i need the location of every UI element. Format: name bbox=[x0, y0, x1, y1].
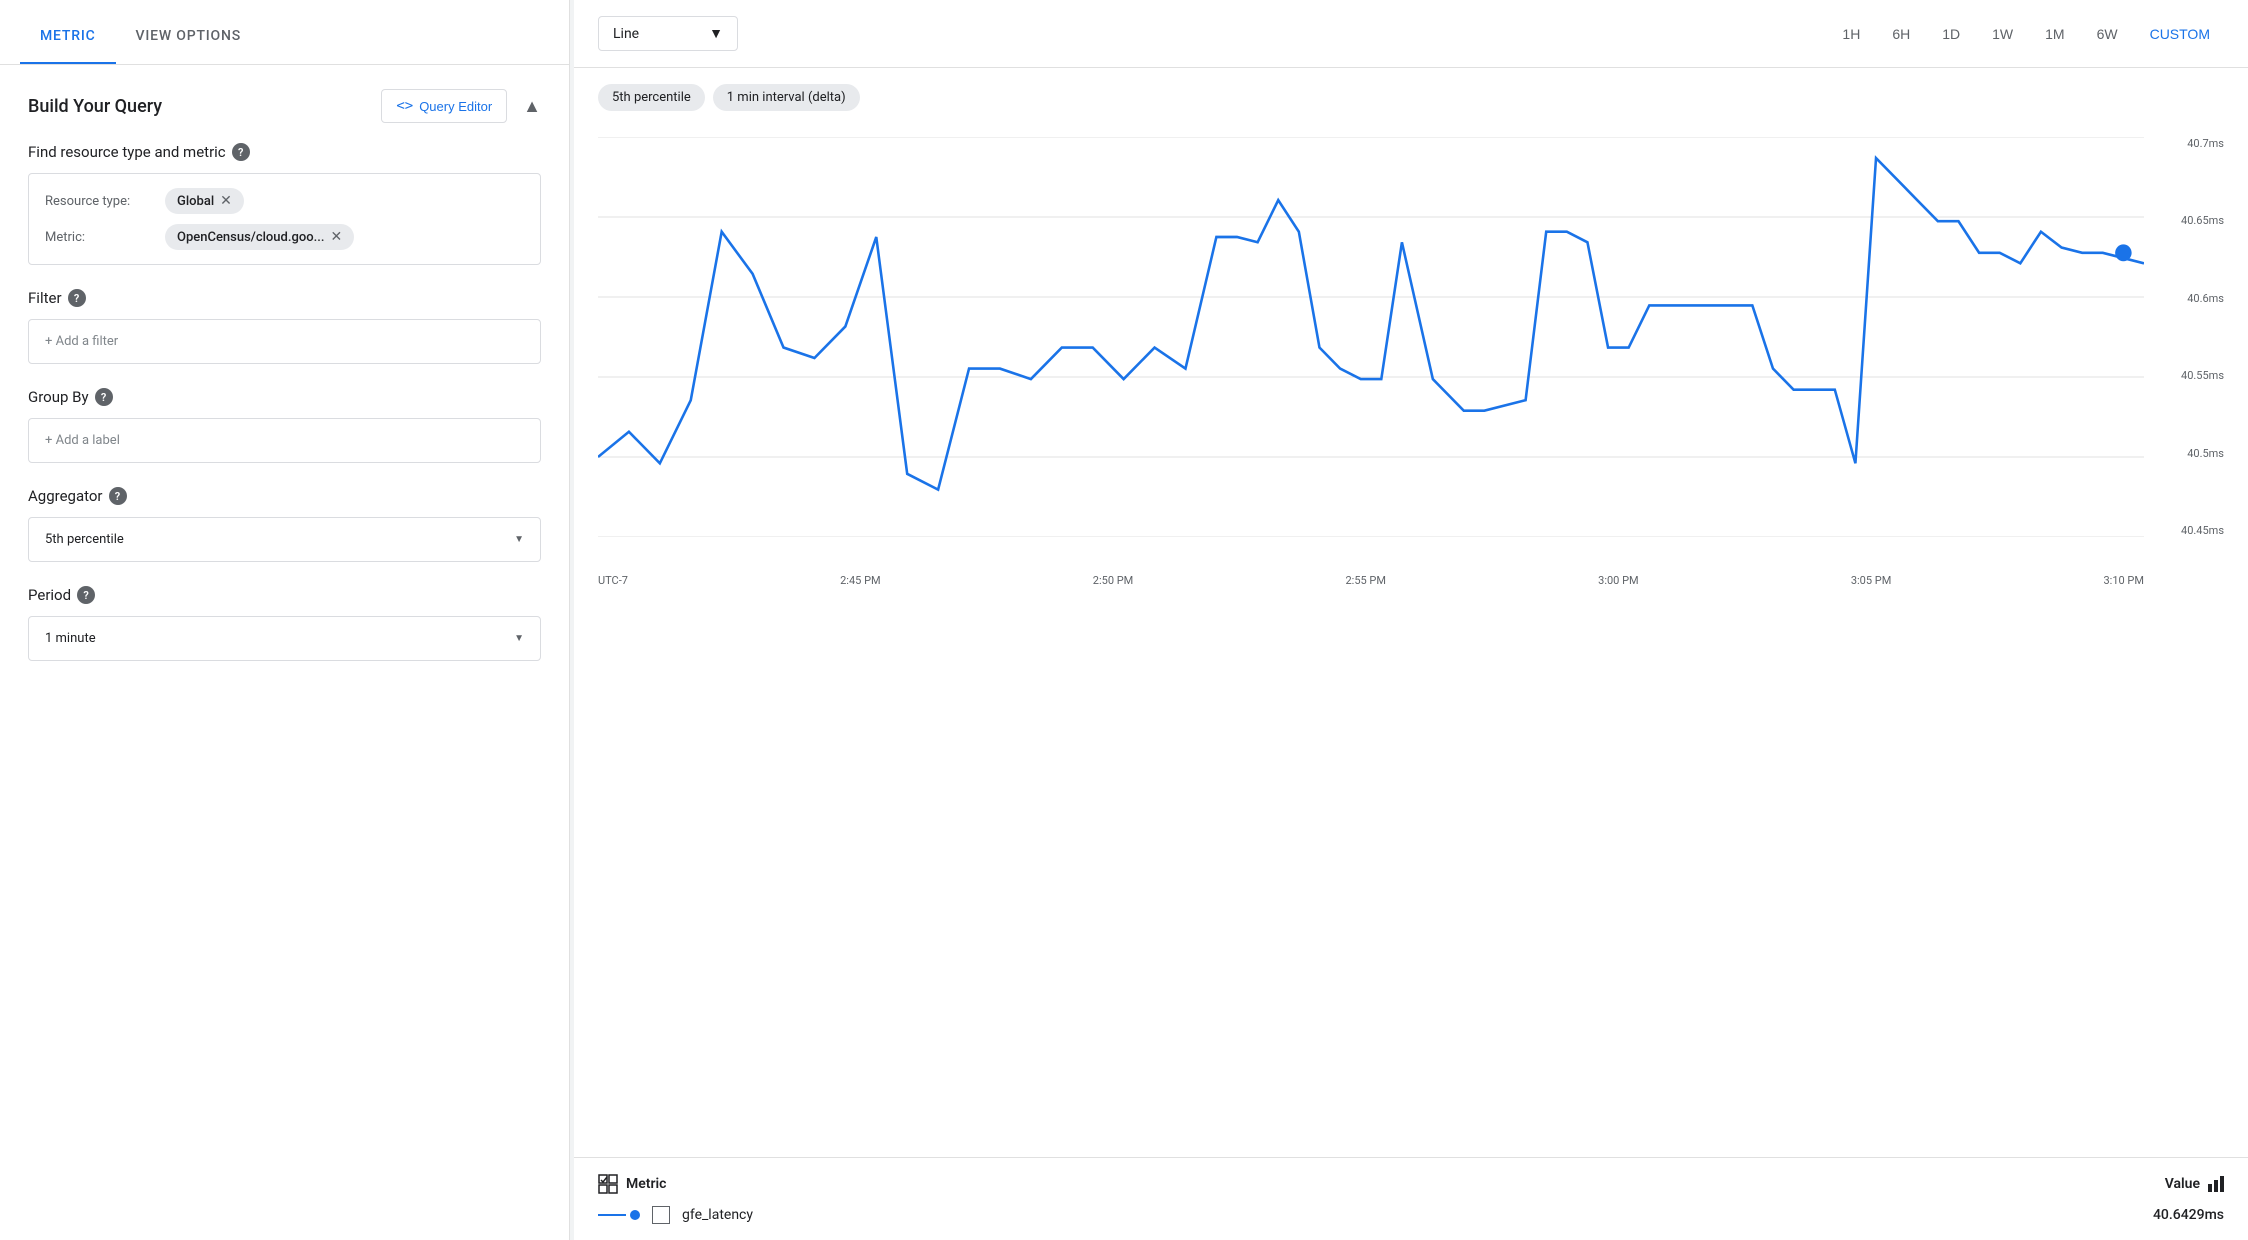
x-label-250: 2:50 PM bbox=[1093, 574, 1133, 587]
resource-type-row: Resource type: Global ✕ bbox=[45, 188, 524, 214]
pill-5th-percentile: 5th percentile bbox=[598, 84, 705, 111]
y-label-3: 40.55ms bbox=[2154, 369, 2224, 382]
resource-type-value: Global bbox=[177, 194, 214, 209]
filter-section: Filter ? + Add a filter bbox=[28, 289, 541, 364]
chart-type-selector[interactable]: Line ▼ bbox=[598, 16, 738, 51]
time-btn-custom[interactable]: CUSTOM bbox=[2136, 18, 2224, 50]
left-panel: METRIC VIEW OPTIONS Build Your Query <> … bbox=[0, 0, 570, 1240]
section-header: Build Your Query <> Query Editor ▲ bbox=[28, 89, 541, 123]
legend-line-dash bbox=[598, 1214, 626, 1216]
x-label-300: 3:00 PM bbox=[1598, 574, 1638, 587]
group-by-input[interactable]: + Add a label bbox=[28, 418, 541, 463]
query-editor-label: Query Editor bbox=[419, 99, 492, 114]
pill-1min-interval: 1 min interval (delta) bbox=[713, 84, 860, 111]
chart-current-dot bbox=[2115, 244, 2131, 261]
code-icon: <> bbox=[396, 98, 413, 114]
legend-metric-header: Metric bbox=[626, 1176, 666, 1192]
resource-type-chip[interactable]: Global ✕ bbox=[165, 188, 244, 214]
legend-title: Metric bbox=[598, 1174, 666, 1194]
tabs-bar: METRIC VIEW OPTIONS bbox=[0, 0, 569, 65]
resource-type-close-icon[interactable]: ✕ bbox=[220, 193, 232, 209]
filter-help-icon[interactable]: ? bbox=[68, 289, 86, 307]
metric-close-icon[interactable]: ✕ bbox=[330, 229, 342, 245]
legend-row-0: gfe_latency 40.6429ms bbox=[598, 1206, 2224, 1224]
y-label-5: 40.45ms bbox=[2154, 524, 2224, 537]
aggregator-section: Aggregator ? 5th percentile ▼ bbox=[28, 487, 541, 562]
period-section: Period ? 1 minute ▼ bbox=[28, 586, 541, 661]
aggregator-label: Aggregator ? bbox=[28, 487, 541, 505]
y-axis: 40.7ms 40.65ms 40.6ms 40.55ms 40.5ms 40.… bbox=[2154, 137, 2224, 537]
find-resource-help-icon[interactable]: ? bbox=[232, 143, 250, 161]
filter-label: Filter ? bbox=[28, 289, 541, 307]
chart-type-value: Line bbox=[613, 26, 639, 42]
bar-1 bbox=[2208, 1184, 2212, 1192]
y-label-0: 40.7ms bbox=[2154, 137, 2224, 150]
period-value: 1 minute bbox=[45, 631, 96, 646]
metric-row: Metric: OpenCensus/cloud.goo... ✕ bbox=[45, 224, 524, 250]
x-label-305: 3:05 PM bbox=[1851, 574, 1891, 587]
time-btn-6h[interactable]: 6H bbox=[1878, 18, 1924, 50]
aggregator-help-icon[interactable]: ? bbox=[109, 487, 127, 505]
group-by-help-icon[interactable]: ? bbox=[95, 388, 113, 406]
legend-checkbox[interactable] bbox=[652, 1206, 670, 1224]
legend-line-indicator bbox=[598, 1210, 640, 1220]
bars-icon bbox=[2208, 1176, 2224, 1192]
legend-value-header: Value bbox=[2165, 1176, 2224, 1192]
filter-input[interactable]: + Add a filter bbox=[28, 319, 541, 364]
chart-area: 40.7ms 40.65ms 40.6ms 40.55ms 40.5ms 40.… bbox=[574, 127, 2248, 1157]
time-btn-1h[interactable]: 1H bbox=[1828, 18, 1874, 50]
chart-legend: Metric Value bbox=[574, 1157, 2248, 1240]
metric-label: Metric: bbox=[45, 230, 155, 245]
chart-pills: 5th percentile 1 min interval (delta) bbox=[574, 68, 2248, 127]
y-label-1: 40.65ms bbox=[2154, 214, 2224, 227]
legend-header: Metric Value bbox=[598, 1174, 2224, 1194]
group-by-section: Group By ? + Add a label bbox=[28, 388, 541, 463]
chart-toolbar: Line ▼ 1H 6H 1D 1W 1M 6W CUSTOM bbox=[574, 0, 2248, 68]
section-title: Build Your Query bbox=[28, 96, 162, 117]
find-resource-label: Find resource type and metric ? bbox=[28, 143, 541, 161]
y-label-2: 40.6ms bbox=[2154, 292, 2224, 305]
x-axis: UTC-7 2:45 PM 2:50 PM 2:55 PM 3:00 PM 3:… bbox=[598, 574, 2144, 587]
x-label-245: 2:45 PM bbox=[840, 574, 880, 587]
time-range-buttons: 1H 6H 1D 1W 1M 6W CUSTOM bbox=[1828, 18, 2224, 50]
period-help-icon[interactable]: ? bbox=[77, 586, 95, 604]
aggregator-value: 5th percentile bbox=[45, 532, 124, 547]
right-panel: Line ▼ 1H 6H 1D 1W 1M 6W CUSTOM 5th perc… bbox=[574, 0, 2248, 1240]
x-label-255: 2:55 PM bbox=[1345, 574, 1385, 587]
tab-metric[interactable]: METRIC bbox=[20, 0, 116, 64]
legend-dot bbox=[630, 1210, 640, 1220]
resource-type-label: Resource type: bbox=[45, 194, 155, 209]
chart-svg bbox=[598, 137, 2144, 537]
resource-metric-box: Resource type: Global ✕ Metric: OpenCens… bbox=[28, 173, 541, 265]
period-dropdown[interactable]: 1 minute ▼ bbox=[28, 616, 541, 661]
metric-value: OpenCensus/cloud.goo... bbox=[177, 230, 324, 245]
group-by-label: Group By ? bbox=[28, 388, 541, 406]
time-btn-1w[interactable]: 1W bbox=[1978, 18, 2027, 50]
query-section: Build Your Query <> Query Editor ▲ Find … bbox=[0, 65, 569, 1240]
chart-type-chevron-icon: ▼ bbox=[709, 25, 723, 42]
legend-value-label: Value bbox=[2165, 1176, 2200, 1192]
legend-metric-value: 40.6429ms bbox=[2153, 1207, 2224, 1223]
find-resource-section: Find resource type and metric ? Resource… bbox=[28, 143, 541, 265]
time-btn-6w[interactable]: 6W bbox=[2083, 18, 2132, 50]
period-chevron-icon: ▼ bbox=[514, 633, 524, 644]
time-btn-1m[interactable]: 1M bbox=[2031, 18, 2078, 50]
bar-3 bbox=[2220, 1176, 2224, 1192]
aggregator-dropdown[interactable]: 5th percentile ▼ bbox=[28, 517, 541, 562]
x-label-310: 3:10 PM bbox=[2103, 574, 2143, 587]
y-label-4: 40.5ms bbox=[2154, 447, 2224, 460]
period-label: Period ? bbox=[28, 586, 541, 604]
legend-metric-name: gfe_latency bbox=[682, 1207, 2141, 1223]
x-label-utc: UTC-7 bbox=[598, 574, 628, 587]
aggregator-chevron-icon: ▼ bbox=[514, 534, 524, 545]
time-btn-1d[interactable]: 1D bbox=[1928, 18, 1974, 50]
metric-chip[interactable]: OpenCensus/cloud.goo... ✕ bbox=[165, 224, 354, 250]
bar-2 bbox=[2214, 1180, 2218, 1192]
tab-view-options[interactable]: VIEW OPTIONS bbox=[116, 0, 261, 64]
query-editor-button[interactable]: <> Query Editor bbox=[381, 89, 507, 123]
collapse-button[interactable]: ▲ bbox=[523, 96, 541, 117]
grid-icon bbox=[598, 1174, 618, 1194]
